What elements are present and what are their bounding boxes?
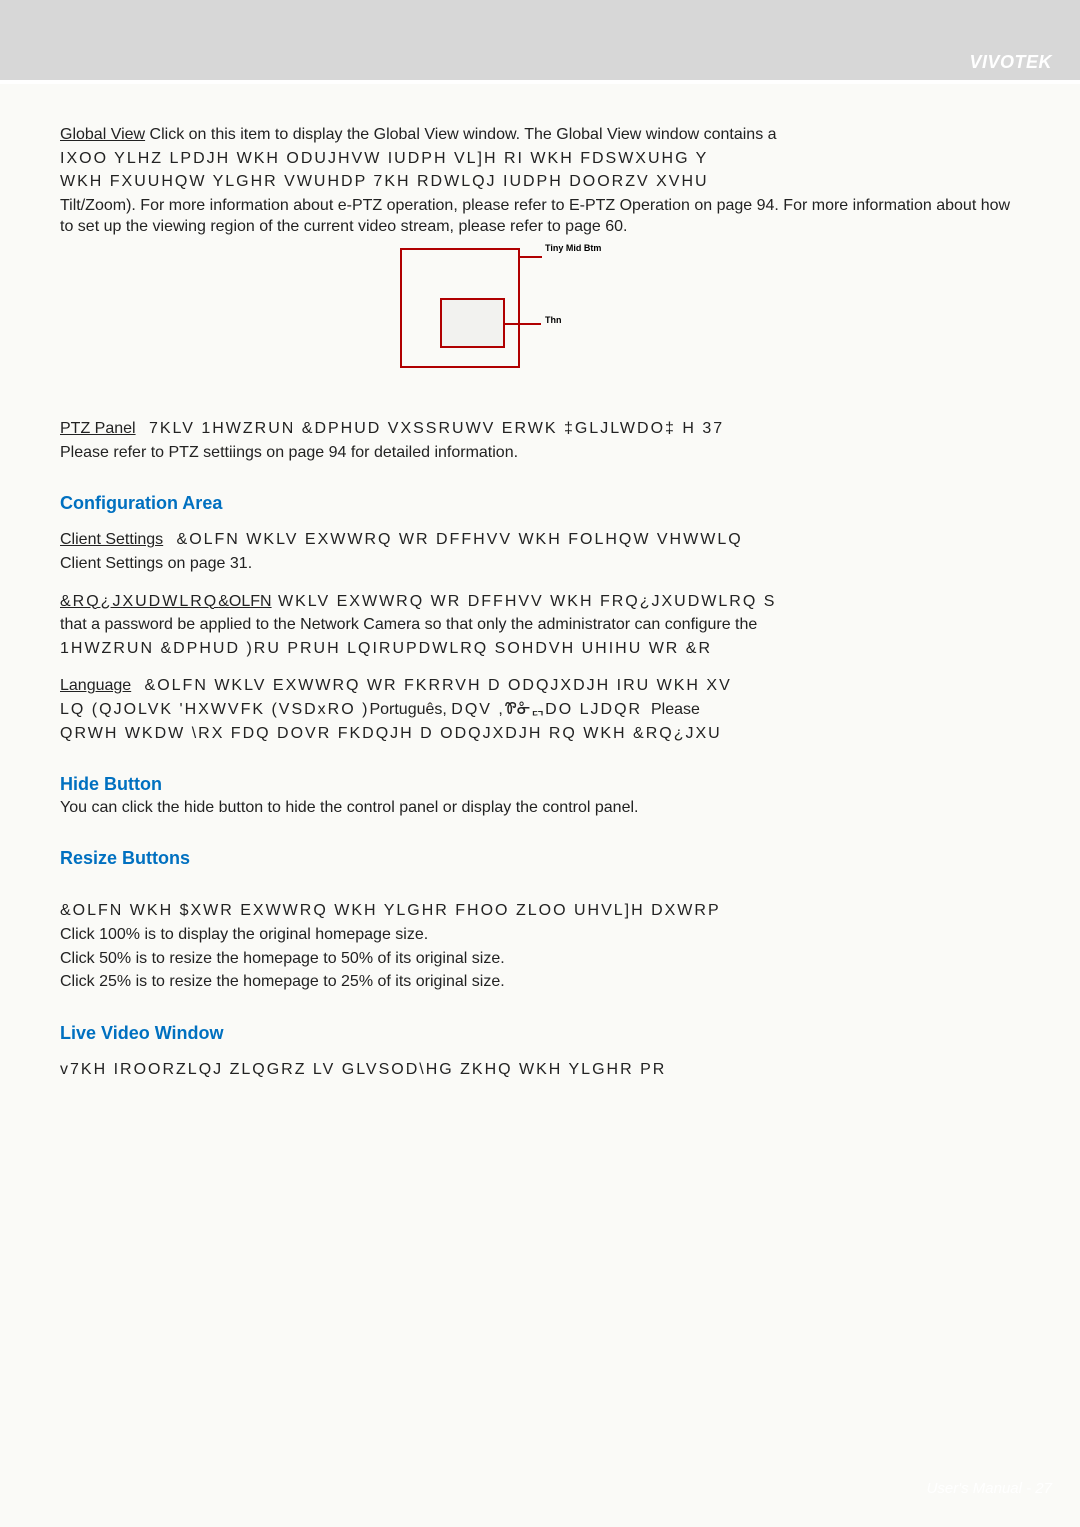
resize-garbled-1: &OLFN WKH $XWR EXWWRQ WKH YLGHR FHOO ZLO… (60, 900, 1020, 922)
config-area-heading: Configuration Area (60, 491, 1020, 515)
viewing-region-box (440, 298, 505, 348)
language-garbled-3: QRWH WKDW \RX FDQ DOVR FKDQJH D ODQJXDJH… (60, 723, 1020, 745)
global-view-paragraph: Global View Click on this item to displa… (60, 124, 1020, 146)
global-view-label: Global View (60, 126, 145, 143)
spacer (60, 995, 1020, 1021)
resize-text-3: Click 50% is to resize the homepage to 5… (60, 948, 1020, 970)
diagram-label-top: Tiny Mid Btm (545, 244, 635, 253)
ptz-garbled: 7KLV 1HWZRUN &DPHUD VXSSRUWV ERWK ‡GLJLW… (149, 420, 724, 437)
resize-text-2: Click 100% is to display the original ho… (60, 924, 1020, 946)
configuration-garbled-3: 1HWZRUN &DPHUD )RU PRUH LQIRUPDWLRQ SOHD… (60, 638, 1020, 660)
language-garbled-1: &OLFN WKLV EXWWRQ WR FKRRVH D ODQJXDJH I… (145, 677, 732, 694)
resize-buttons-heading: Resize Buttons (60, 846, 1020, 870)
language-text-2f: Please (651, 701, 700, 718)
hide-button-heading: Hide Button (60, 772, 1020, 796)
spacer (60, 820, 1020, 846)
resize-text-4: Click 25% is to resize the homepage to 2… (60, 971, 1020, 993)
brand-text: VIVOTEK (969, 50, 1052, 74)
language-text-2d: Ꮘᓁᇊ (505, 701, 545, 718)
leader-line-2 (505, 323, 541, 325)
global-view-garbled-1: IXOO YLHZ LPDJH WKH ODUJHVW IUDPH VL]H R… (60, 148, 1020, 170)
configuration-label: &RQ¿JXUDWLRQ (60, 593, 218, 610)
language-paragraph: Language &OLFN WKLV EXWWRQ WR FKRRVH D O… (60, 675, 1020, 697)
live-video-garbled: v7KH IROORZLQJ ZLQGRZ LV GLVSOD\HG ZKHQ … (60, 1059, 1020, 1081)
spacer (60, 870, 1020, 900)
configuration-tail: &OLFN (218, 593, 271, 610)
global-view-diagram: Tiny Mid Btm Thn (60, 248, 1020, 378)
hide-button-text: You can click the hide button to hide th… (60, 797, 1020, 819)
language-label: Language (60, 677, 131, 694)
live-video-heading: Live Video Window (60, 1021, 1020, 1045)
language-garbled-2e: DO LJDQR (545, 701, 642, 718)
configuration-paragraph: &RQ¿JXUDWLRQ&OLFN WKLV EXWWRQ WR DFFHVV … (60, 591, 1020, 613)
language-text-2b: Português, (369, 701, 451, 718)
client-settings-garbled: &OLFN WKLV EXWWRQ WR DFFHVV WKH FOLHQW V… (177, 531, 743, 548)
language-line-2: LQ (QJOLVK 'HXWVFK (VSDxRO )Português, D… (60, 699, 1020, 721)
spacer (60, 577, 1020, 591)
client-settings-label: Client Settings (60, 531, 163, 548)
client-settings-text-2: Client Settings on page 31. (60, 553, 1020, 575)
diagram-wrap: Tiny Mid Btm Thn (360, 248, 720, 378)
page: VIVOTEK Global View Click on this item t… (0, 0, 1080, 1527)
diagram-label-mid: Thn (545, 316, 665, 325)
configuration-garbled-1: WKLV EXWWRQ WR DFFHVV WKH FRQ¿JXUDWLRQ S (278, 593, 776, 610)
language-garbled-2a: LQ (QJOLVK 'HXWVFK (VSDxRO ) (60, 701, 369, 718)
global-view-text-d: Tilt/Zoom). For more information about e… (60, 195, 1020, 238)
language-garbled-2c: DQV , (451, 701, 505, 718)
leader-line-1 (520, 256, 542, 258)
global-view-text-a: Click on this item to display the Global… (145, 126, 776, 143)
page-header: VIVOTEK (0, 0, 1080, 80)
client-settings-paragraph: Client Settings &OLFN WKLV EXWWRQ WR DFF… (60, 529, 1020, 551)
spacer (60, 661, 1020, 675)
spacer (60, 1045, 1020, 1059)
global-view-garbled-2: WKH FXUUHQW YLGHR VWUHDP 7KH RDWLQJ IUDP… (60, 171, 1020, 193)
page-footer: User's Manual - 27 (927, 1479, 1052, 1499)
ptz-panel-label: PTZ Panel (60, 420, 136, 437)
ptz-paragraph: PTZ Panel 7KLV 1HWZRUN &DPHUD VXSSRUWV E… (60, 418, 1020, 440)
ptz-text-2: Please refer to PTZ settiings on page 94… (60, 442, 1020, 464)
configuration-text-2: that a password be applied to the Networ… (60, 614, 1020, 636)
spacer (60, 746, 1020, 772)
page-content: Global View Click on this item to displa… (0, 84, 1080, 1081)
